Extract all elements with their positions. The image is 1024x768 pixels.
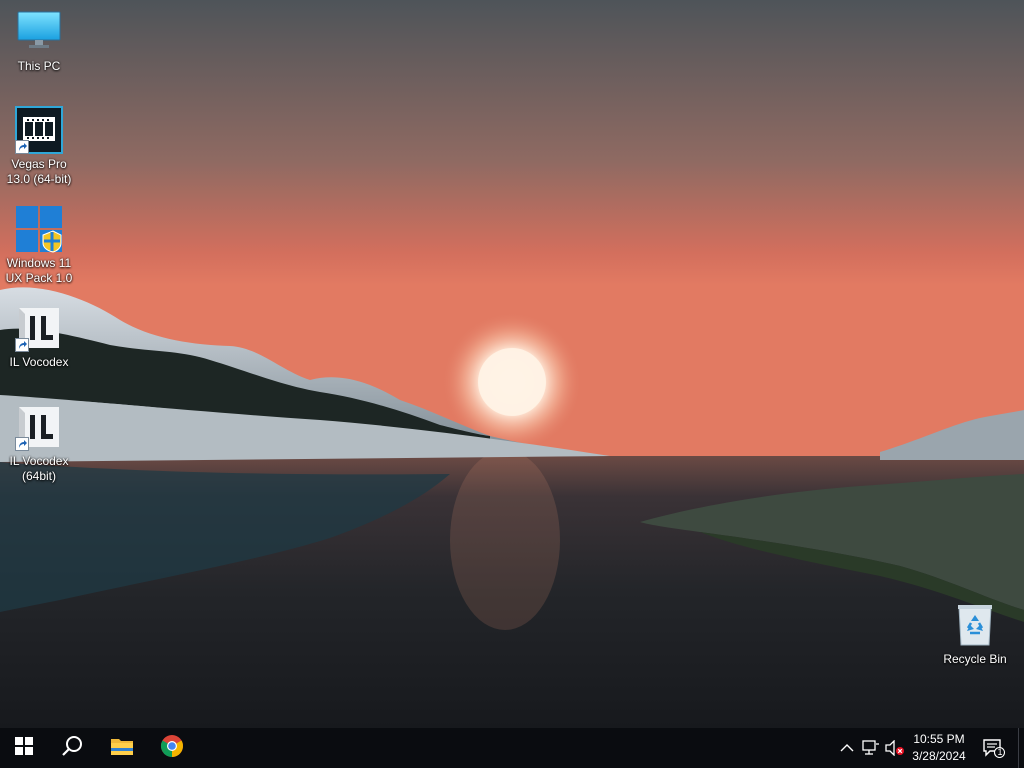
chevron-up-icon[interactable] bbox=[837, 738, 857, 758]
chrome-icon bbox=[160, 734, 184, 763]
network-icon[interactable] bbox=[861, 738, 881, 758]
windows-logo-icon bbox=[15, 736, 33, 760]
taskbar: 10:55 PM 3/28/2024 1 bbox=[0, 728, 1024, 768]
folder-icon bbox=[110, 735, 134, 762]
notification-center-icon[interactable]: 1 bbox=[982, 738, 1006, 758]
taskbar-app-chrome[interactable] bbox=[148, 728, 196, 768]
desktop-icon-label: Recycle Bin bbox=[943, 652, 1007, 666]
il-logo-icon bbox=[15, 403, 63, 451]
desktop-icon-vegas-pro[interactable]: Vegas Pro 13.0 (64-bit) bbox=[1, 106, 77, 187]
shortcut-arrow-icon bbox=[15, 338, 29, 352]
monitor-icon bbox=[15, 8, 63, 56]
show-desktop-button[interactable] bbox=[1018, 728, 1024, 768]
recycle-bin-icon bbox=[951, 601, 999, 649]
search-button[interactable] bbox=[48, 728, 96, 768]
desktop-icon-windows-ux-pack[interactable]: Windows 11 UX Pack 1.0 bbox=[1, 205, 77, 286]
desktop-icon-label: Vegas Pro 13.0 (64-bit) bbox=[6, 157, 72, 186]
start-button[interactable] bbox=[0, 728, 48, 768]
clock-time: 10:55 PM bbox=[913, 732, 965, 746]
volume-muted-icon[interactable] bbox=[885, 738, 905, 758]
taskbar-app-file-explorer[interactable] bbox=[98, 728, 146, 768]
desktop-icon-this-pc[interactable]: This PC bbox=[1, 8, 77, 74]
clock-date: 3/28/2024 bbox=[912, 749, 966, 763]
notification-count-badge: 1 bbox=[997, 747, 1003, 757]
desktop-icon-label: This PC bbox=[17, 59, 61, 73]
shortcut-arrow-icon bbox=[15, 140, 29, 154]
desktop-icon-recycle-bin[interactable]: Recycle Bin bbox=[937, 601, 1013, 667]
desktop-icon-label: IL Vocodex bbox=[9, 355, 69, 369]
film-icon bbox=[15, 106, 63, 154]
wallpaper bbox=[0, 0, 1024, 728]
desktop[interactable]: This PC Vegas Pro 13.0 (64-bit) Windows … bbox=[0, 0, 1024, 728]
search-icon bbox=[61, 735, 83, 762]
shortcut-arrow-icon bbox=[15, 437, 29, 451]
desktop-icon-label: IL Vocodex (64bit) bbox=[9, 454, 69, 483]
il-logo-icon bbox=[15, 304, 63, 352]
desktop-icon-label: Windows 11 UX Pack 1.0 bbox=[5, 256, 73, 285]
windows-logo-icon bbox=[15, 205, 63, 253]
desktop-icon-il-vocodex[interactable]: IL Vocodex bbox=[1, 304, 77, 370]
taskbar-clock[interactable]: 10:55 PM 3/28/2024 bbox=[904, 731, 974, 765]
desktop-icon-il-vocodex-64bit[interactable]: IL Vocodex (64bit) bbox=[1, 403, 77, 484]
